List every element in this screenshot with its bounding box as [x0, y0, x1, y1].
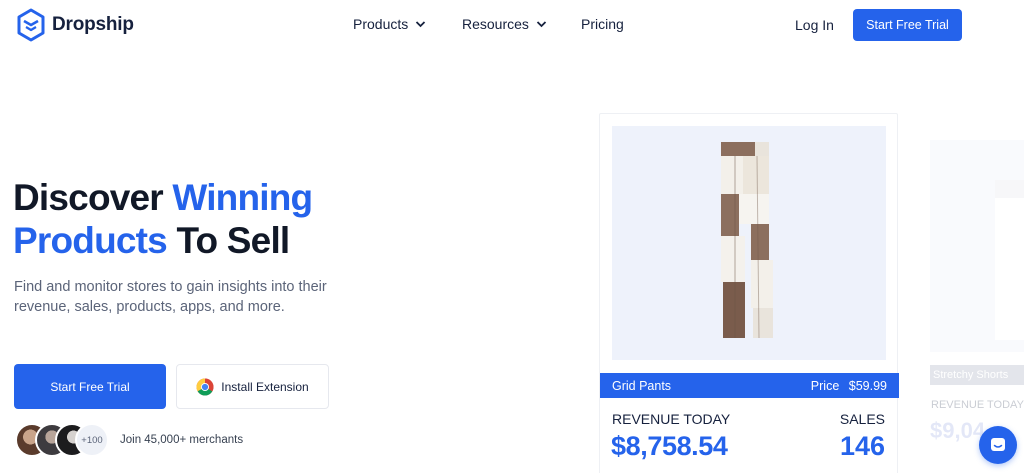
product-name: Grid Pants — [612, 378, 672, 393]
chrome-icon — [196, 378, 214, 395]
nav-pricing-label: Pricing — [581, 16, 624, 32]
product-image — [612, 126, 886, 360]
join-merchants-text: Join 45,000+ merchants — [120, 434, 244, 446]
hero-title-part1: Discover — [13, 177, 173, 218]
product-name-bar: Stretchy Shorts — [930, 365, 1024, 385]
product-card[interactable]: Grid Pants Price $59.99 REVENUE TODAY SA… — [599, 113, 899, 473]
hero-title-accent2: Products — [13, 220, 168, 261]
install-extension-label: Install Extension — [221, 379, 309, 394]
revenue-value: $9,04 — [930, 418, 986, 443]
nav-products-label: Products — [353, 16, 409, 32]
avatar-more-count: +100 — [75, 423, 109, 457]
product-price-label: Price — [810, 378, 840, 393]
logo-icon — [17, 8, 45, 42]
revenue-value: $8,758.54 — [611, 431, 728, 461]
chevron-down-icon — [416, 21, 426, 28]
product-name-bar: Grid Pants Price $59.99 — [600, 373, 899, 398]
product-price: $59.99 — [848, 378, 887, 393]
nav-resources-label: Resources — [462, 16, 529, 32]
chat-launcher-button[interactable] — [979, 426, 1017, 464]
nav-resources[interactable]: Resources — [462, 16, 547, 32]
top-nav: Dropship Products Resources Pricing Log … — [0, 0, 1024, 50]
install-extension-button[interactable]: Install Extension — [176, 364, 329, 409]
chat-icon — [991, 438, 1005, 451]
nav-products[interactable]: Products — [353, 16, 426, 32]
revenue-label: REVENUE TODAY — [612, 411, 731, 427]
chevron-down-icon — [536, 21, 547, 28]
product-image — [930, 140, 1024, 352]
shorts-image — [995, 180, 1024, 340]
brand-name: Dropship — [52, 14, 134, 35]
merchant-avatars: +100 — [15, 423, 115, 459]
product-card-faded[interactable]: Stretchy Shorts REVENUE TODAY $9,04 — [918, 128, 1024, 473]
sales-label: SALES — [839, 411, 885, 427]
nav-start-trial-button[interactable]: Start Free Trial — [853, 9, 962, 41]
nav-pricing[interactable]: Pricing — [581, 16, 624, 32]
brand-logo[interactable]: Dropship — [16, 8, 134, 42]
hero-title-accent1: Winning — [172, 177, 313, 218]
hero-title: Discover Winning Products To Sell — [13, 176, 313, 262]
sales-value: 146 — [839, 431, 885, 461]
hero-start-trial-button[interactable]: Start Free Trial — [14, 364, 166, 409]
revenue-label: REVENUE TODAY — [931, 399, 1024, 411]
hero-title-part2: To Sell — [166, 220, 290, 261]
product-price-group: Price $59.99 — [811, 379, 887, 393]
hero-subtitle: Find and monitor stores to gain insights… — [14, 279, 327, 315]
login-link[interactable]: Log In — [795, 17, 834, 33]
pants-image — [721, 142, 773, 339]
